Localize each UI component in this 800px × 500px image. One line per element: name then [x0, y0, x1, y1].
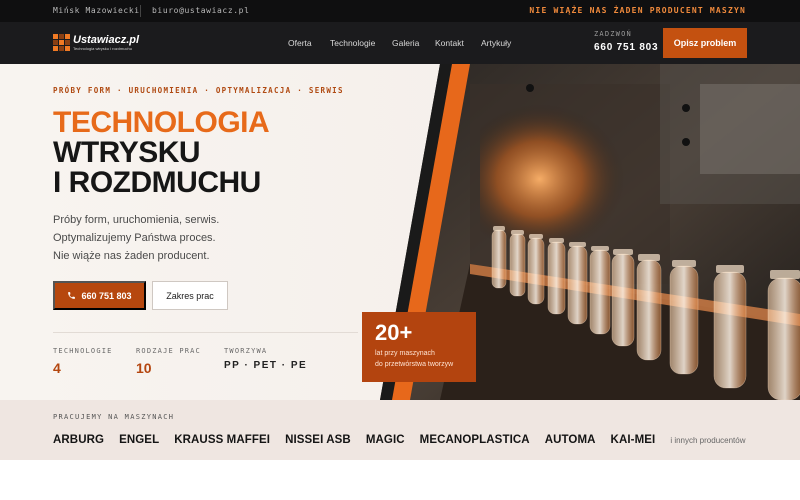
stat-work-types: RODZAJE PRAC 10 [136, 347, 201, 376]
stat-label: TECHNOLOGIE [53, 347, 113, 355]
experience-badge: 20+ lat przy maszynach do przetwórstwa t… [362, 312, 476, 382]
logo-tagline: Technologia wtrysku i rozdmuchu [73, 45, 132, 51]
top-bar: Mińsk Mazowiecki biuro@ustawiacz.pl NIE … [0, 0, 800, 22]
topbar-divider [140, 5, 141, 17]
stat-label: RODZAJE PRAC [136, 347, 201, 355]
call-block[interactable]: ZADZWOŃ 660 751 803 [594, 30, 658, 53]
experience-years: 20+ [375, 320, 413, 345]
logo-name: Ustawiacz.pl [73, 33, 140, 46]
hero-lead-line: Nie wiąże nas żaden producent. [53, 250, 210, 262]
experience-caption-line1: lat przy maszynach [375, 350, 435, 357]
nav-item-oferta[interactable]: Oferta [288, 38, 312, 48]
logo-grid-icon [53, 34, 70, 51]
hero-title: TECHNOLOGIA WTRYSKU I ROZDMUCHU [53, 106, 270, 199]
brand-item: ARBURG [53, 434, 105, 446]
stat-label: TWORZYWA [224, 347, 268, 355]
nav-item-artykuly[interactable]: Artykuły [481, 38, 511, 48]
call-number[interactable]: 660 751 803 [594, 42, 658, 53]
page-continuation [0, 460, 800, 500]
hero-divider [53, 332, 358, 333]
experience-caption-line2: do przetwórstwa tworzyw [375, 361, 454, 368]
phone-button[interactable]: 660 751 803 [53, 281, 146, 310]
email-link[interactable]: biuro@ustawiacz.pl [152, 6, 250, 15]
brand-item: ENGEL [119, 434, 160, 446]
logo[interactable]: Ustawiacz.pl Technologia wtrysku i rozdm… [53, 34, 139, 51]
brand-item: KRAUSS MAFFEI [174, 434, 271, 446]
hero-kicker: PRÓBY FORM · URUCHOMIENIA · OPTYMALIZACJ… [53, 86, 344, 95]
hero-lead-line: Próby form, uruchomienia, serwis. [53, 214, 220, 226]
hero-title-line3: I ROZDMUCHU [53, 166, 261, 199]
hero-title-line2: WTRYSKU [53, 136, 201, 169]
brand-item: MAGIC [365, 434, 405, 446]
brand-item: KAI-MEI [610, 434, 656, 446]
nav-item-kontakt[interactable]: Kontakt [435, 38, 464, 48]
nav-item-galeria[interactable]: Galeria [392, 38, 419, 48]
machines-strip: PRACUJEMY NA MASZYNACH ARBURG ENGEL KRAU… [0, 400, 800, 460]
hero-section: PRÓBY FORM · URUCHOMIENIA · OPTYMALIZACJ… [0, 64, 800, 400]
phone-button-label: 660 751 803 [81, 290, 132, 301]
call-label: ZADZWOŃ [594, 30, 632, 38]
phone-icon [68, 292, 76, 299]
stat-value: 10 [136, 360, 152, 376]
stat-technologies: TECHNOLOGIE 4 [53, 347, 113, 376]
brands-more: i innych producentów [670, 436, 746, 445]
stat-value: 4 [53, 360, 61, 376]
scope-button[interactable]: Zakres prac [152, 281, 228, 310]
brand-list: ARBURG ENGEL KRAUSS MAFFEI NISSEI ASB MA… [53, 434, 745, 446]
brand-item: MECANOPLASTICA [419, 434, 530, 446]
main-nav: Ustawiacz.pl Technologia wtrysku i rozdm… [0, 22, 800, 64]
hero-lead: Próby form, uruchomienia, serwis. Optyma… [53, 211, 219, 265]
nav-item-technologie[interactable]: Technologie [330, 38, 375, 48]
stat-value: PP · PET · PE [224, 360, 308, 371]
hero-lead-line: Optymalizujemy Państwa proces. [53, 232, 216, 244]
brand-item: NISSEI ASB [285, 434, 351, 446]
location-text: Mińsk Mazowiecki [53, 6, 140, 15]
hero-title-line1: TECHNOLOGIA [53, 106, 270, 139]
stat-materials: TWORZYWA PP · PET · PE [224, 347, 307, 371]
brand-item: AUTOMA [544, 434, 596, 446]
independence-claim: NIE WIĄŻE NAS ŻADEN PRODUCENT MASZYN [529, 6, 746, 15]
machines-label: PRACUJEMY NA MASZYNACH [53, 413, 175, 421]
describe-problem-button[interactable]: Opisz problem [663, 28, 747, 58]
